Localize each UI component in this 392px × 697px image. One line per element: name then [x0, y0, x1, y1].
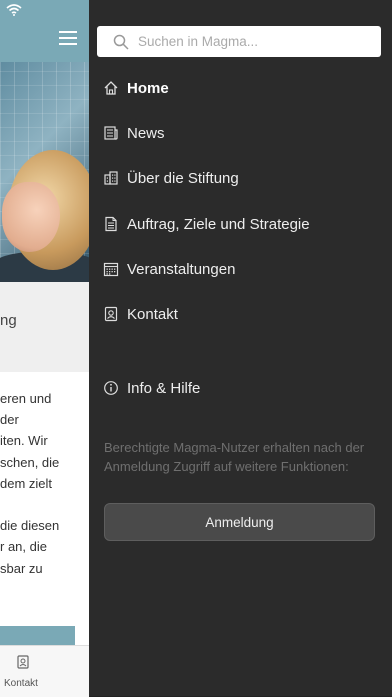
nav-item-kontakt[interactable]: Kontakt	[103, 302, 178, 326]
news-icon	[104, 126, 118, 140]
background-text-line: schen, die	[0, 454, 60, 470]
nav-label-home: Home	[127, 79, 169, 97]
building-icon	[104, 171, 118, 185]
navigation-drawer: Suchen in Magma... Home News Über die St…	[89, 0, 392, 696]
background-body-text: eren und der iten. Wir schen, die dem zi…	[0, 388, 89, 579]
contact-card-icon	[104, 306, 118, 322]
hamburger-menu-icon[interactable]	[59, 31, 77, 45]
nav-item-info-hilfe[interactable]: Info & Hilfe	[103, 376, 200, 400]
nav-item-news[interactable]: News	[103, 121, 165, 145]
background-text-line: iten. Wir	[0, 433, 48, 449]
nav-item-veranstaltungen[interactable]: Veranstaltungen	[103, 257, 235, 281]
tab-bar: Kontakt	[0, 645, 89, 697]
login-hint-text: Berechtigte Magma-Nutzer erhalten nach d…	[104, 440, 365, 474]
background-text-line: der	[0, 412, 19, 428]
background-text-line: r an, die	[0, 539, 47, 555]
nav-label-info-hilfe: Info & Hilfe	[127, 379, 201, 397]
document-icon	[105, 216, 117, 232]
nav-label-kontakt: Kontakt	[127, 305, 178, 323]
nav-item-stiftung[interactable]: Über die Stiftung	[103, 166, 239, 190]
search-icon	[113, 34, 129, 50]
login-button[interactable]: Anmeldung	[104, 503, 375, 541]
background-title-fragment: ng	[0, 312, 17, 329]
nav-item-home[interactable]: Home	[103, 76, 169, 100]
search-input[interactable]: Suchen in Magma...	[97, 26, 381, 57]
nav-label-stiftung: Über die Stiftung	[127, 169, 239, 187]
nav-label-veranstaltungen: Veranstaltungen	[127, 260, 236, 278]
info-icon	[104, 381, 118, 395]
background-text-line: dem zielt	[0, 475, 53, 491]
hero-image	[0, 62, 89, 282]
nav-label-auftrag: Auftrag, Ziele und Strategie	[127, 215, 310, 233]
contact-card-icon	[17, 655, 29, 669]
background-text-line: die diesen	[0, 518, 60, 534]
search-placeholder: Suchen in Magma...	[138, 34, 259, 49]
home-icon	[104, 81, 118, 95]
background-text-line: eren und	[0, 391, 52, 406]
background-text-line: sbar zu	[0, 560, 43, 576]
calendar-icon	[103, 262, 119, 277]
tab-kontakt[interactable]: Kontakt	[4, 678, 38, 689]
background-action-button[interactable]	[0, 626, 75, 646]
nav-label-news: News	[127, 124, 165, 142]
nav-item-auftrag[interactable]: Auftrag, Ziele und Strategie	[103, 212, 310, 236]
